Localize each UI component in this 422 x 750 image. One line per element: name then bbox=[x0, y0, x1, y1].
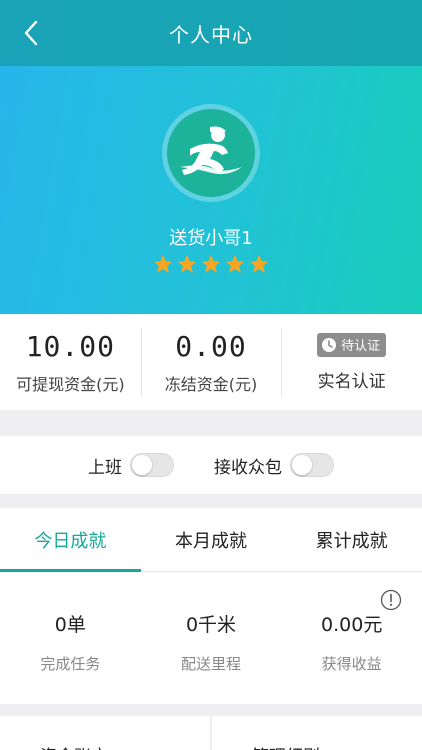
earnings-label: 获得收益 bbox=[321, 655, 382, 673]
nav-bar: 个人中心 bbox=[0, 0, 422, 66]
username: 送货小哥1 bbox=[169, 228, 253, 249]
frozen-funds[interactable]: 0.00 冻结资金(元) bbox=[140, 314, 282, 410]
rules-card[interactable]: 管理细则 bbox=[212, 716, 422, 750]
bottom-menu: 资金账户 管理细则 bbox=[0, 716, 422, 750]
completed-tasks-label: 完成任务 bbox=[40, 655, 101, 673]
status-toggles: 上班 接收众包 bbox=[0, 436, 422, 494]
withdrawable-label: 可提现资金(元) bbox=[16, 374, 125, 394]
real-name-verification[interactable]: 待认证 实名认证 bbox=[281, 314, 422, 410]
avatar[interactable] bbox=[162, 104, 260, 202]
completed-tasks: 0单 完成任务 bbox=[0, 572, 141, 704]
running-courier-icon bbox=[180, 126, 242, 175]
delivery-distance-label: 配送里程 bbox=[181, 655, 242, 673]
achievement-panel: 0单 完成任务 0千米 配送里程 0.00元 获得收益 bbox=[0, 572, 422, 704]
delivery-distance-value: 0千米 bbox=[185, 614, 237, 636]
star-icon bbox=[201, 254, 221, 273]
crowdsource-switch[interactable] bbox=[290, 453, 334, 477]
verification-label: 实名认证 bbox=[317, 371, 386, 392]
star-icon bbox=[153, 254, 173, 273]
crowdsource-label: 接收众包 bbox=[214, 457, 282, 478]
on-duty-label: 上班 bbox=[88, 457, 122, 478]
balance-stats: 10.00 可提现资金(元) 0.00 冻结资金(元) 待认证 实名认证 bbox=[0, 314, 422, 410]
star-icon bbox=[225, 254, 245, 273]
tab-total[interactable]: 累计成就 bbox=[281, 508, 422, 571]
on-duty-toggle-group: 上班 bbox=[88, 453, 174, 478]
switch-knob bbox=[132, 455, 152, 475]
achievement-tabs: 今日成就 本月成就 累计成就 bbox=[0, 508, 422, 572]
info-icon[interactable] bbox=[380, 589, 402, 611]
crowdsource-toggle-group: 接收众包 bbox=[214, 453, 334, 478]
profile-header: 送货小哥1 bbox=[0, 66, 422, 314]
verification-status-badge: 待认证 bbox=[317, 332, 387, 357]
star-icon bbox=[249, 254, 269, 273]
clock-icon bbox=[322, 337, 337, 352]
switch-knob bbox=[292, 455, 312, 475]
withdrawable-funds[interactable]: 10.00 可提现资金(元) bbox=[0, 314, 141, 410]
chevron-left-icon bbox=[24, 20, 38, 46]
earnings-value: 0.00元 bbox=[321, 614, 383, 636]
on-duty-switch[interactable] bbox=[130, 453, 174, 477]
avatar-circle bbox=[167, 109, 255, 197]
page-title: 个人中心 bbox=[169, 22, 253, 47]
withdrawable-amount: 10.00 bbox=[25, 329, 115, 363]
tab-today[interactable]: 今日成就 bbox=[0, 508, 141, 572]
star-icon bbox=[177, 254, 197, 273]
completed-tasks-value: 0单 bbox=[54, 614, 86, 636]
tab-month[interactable]: 本月成就 bbox=[141, 508, 282, 571]
funds-account-card[interactable]: 资金账户 bbox=[0, 716, 210, 750]
back-button[interactable] bbox=[14, 16, 48, 50]
frozen-amount: 0.00 bbox=[175, 329, 247, 363]
delivery-distance: 0千米 配送里程 bbox=[141, 572, 282, 704]
rating-stars bbox=[0, 253, 422, 275]
verification-status-text: 待认证 bbox=[341, 339, 381, 354]
frozen-label: 冻结资金(元) bbox=[164, 374, 258, 394]
